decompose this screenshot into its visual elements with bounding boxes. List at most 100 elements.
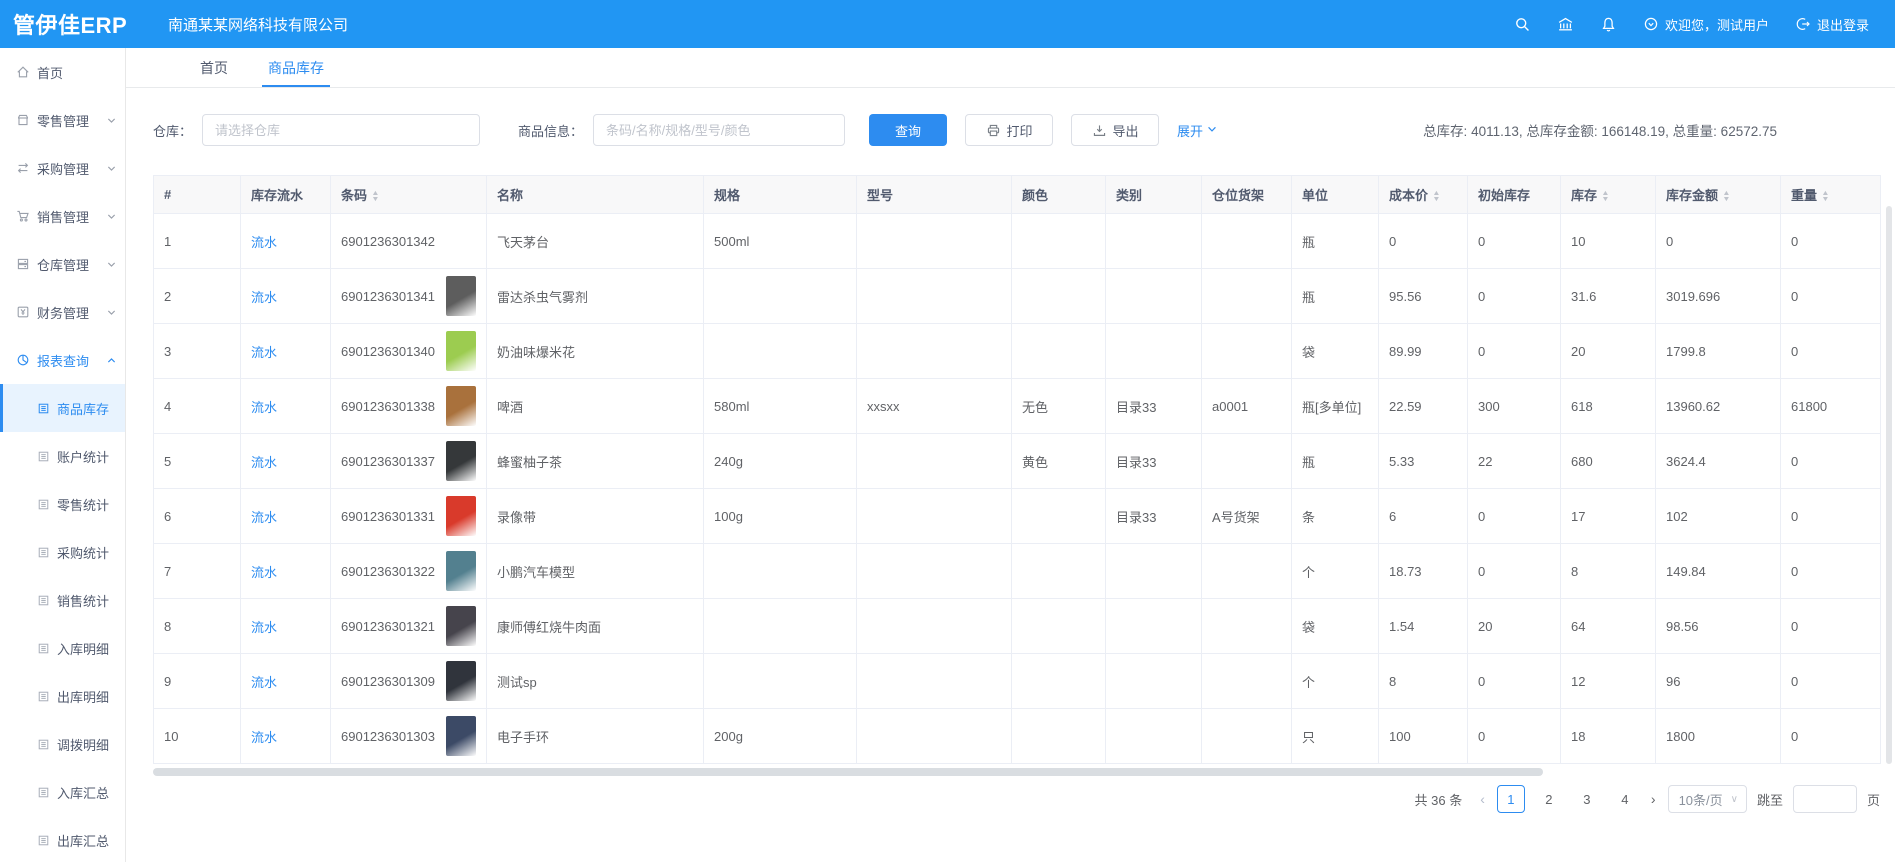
sidebar-subitem[interactable]: 采购统计 xyxy=(0,528,125,576)
table-row: 4流水6901236301338啤酒580mlxxsxx无色目录33a0001瓶… xyxy=(154,379,1881,434)
stock-flow-link[interactable]: 流水 xyxy=(251,675,277,690)
column-header[interactable]: 库存金额▲▼ xyxy=(1656,176,1781,214)
sidebar-subitem[interactable]: 入库明细 xyxy=(0,624,125,672)
sidebar-item-report[interactable]: 报表查询 xyxy=(0,336,125,384)
bank-icon[interactable] xyxy=(1557,16,1574,33)
cell-link: 流水 xyxy=(241,214,331,269)
cell-spec: 100g xyxy=(704,489,857,544)
product-thumbnail[interactable] xyxy=(446,661,476,701)
sidebar-subitem[interactable]: 调拨明细 xyxy=(0,720,125,768)
column-header-label: 规格 xyxy=(714,188,740,203)
page-size-select[interactable]: 10条/页∨ xyxy=(1668,785,1747,813)
expand-link[interactable]: 展开 xyxy=(1177,121,1218,140)
cell-barcode: 6901236301338 xyxy=(331,379,487,434)
column-header[interactable]: 库存▲▼ xyxy=(1561,176,1656,214)
stock-flow-link[interactable]: 流水 xyxy=(251,730,277,745)
sort-caret-icon[interactable]: ▲▼ xyxy=(1723,191,1730,203)
cell-barcode: 6901236301309 xyxy=(331,654,487,709)
product-thumbnail[interactable] xyxy=(446,276,476,316)
sidebar-subitem[interactable]: 入库汇总 xyxy=(0,768,125,816)
page-number-1[interactable]: 1 xyxy=(1497,785,1525,813)
sidebar-item-finance[interactable]: 财务管理 xyxy=(0,288,125,336)
cell-spec xyxy=(704,269,857,324)
horizontal-scrollbar[interactable] xyxy=(153,768,1543,776)
product-thumbnail[interactable] xyxy=(446,331,476,371)
sidebar-item-home[interactable]: 首页 xyxy=(0,48,125,96)
cell-link: 流水 xyxy=(241,654,331,709)
sidebar-subitem[interactable]: 销售统计 xyxy=(0,576,125,624)
table-row: 3流水6901236301340奶油味爆米花袋89.990201799.80 xyxy=(154,324,1881,379)
stock-flow-link[interactable]: 流水 xyxy=(251,565,277,580)
warehouse-select[interactable] xyxy=(202,114,480,146)
sidebar-subitem[interactable]: 商品库存 xyxy=(0,384,125,432)
cell-category: 目录33 xyxy=(1106,489,1202,544)
sidebar-item-purchase[interactable]: 采购管理 xyxy=(0,144,125,192)
purchase-icon xyxy=(16,161,30,175)
print-button[interactable]: 打印 xyxy=(965,114,1053,146)
bell-icon[interactable] xyxy=(1600,16,1617,33)
sidebar-subitem[interactable]: 出库明细 xyxy=(0,672,125,720)
vertical-scrollbar[interactable] xyxy=(1886,206,1892,764)
product-thumbnail[interactable] xyxy=(446,496,476,536)
product-thumbnail[interactable] xyxy=(446,716,476,756)
product-thumbnail[interactable] xyxy=(446,441,476,481)
stock-flow-link[interactable]: 流水 xyxy=(251,345,277,360)
report-icon xyxy=(16,353,30,367)
table-row: 6流水6901236301331录像带100g目录33A号货架条60171020 xyxy=(154,489,1881,544)
product-thumbnail[interactable] xyxy=(446,386,476,426)
stock-flow-link[interactable]: 流水 xyxy=(251,620,277,635)
tab[interactable]: 首页 xyxy=(184,48,244,87)
stock-flow-link[interactable]: 流水 xyxy=(251,235,277,250)
cell-shelf xyxy=(1202,599,1292,654)
sidebar-item-warehouse[interactable]: 仓库管理 xyxy=(0,240,125,288)
product-thumbnail[interactable] xyxy=(446,606,476,646)
sidebar-item-sales[interactable]: 销售管理 xyxy=(0,192,125,240)
document-icon xyxy=(37,690,50,703)
stock-flow-link[interactable]: 流水 xyxy=(251,400,277,415)
page-number-3[interactable]: 3 xyxy=(1573,785,1601,813)
column-header[interactable]: 成本价▲▼ xyxy=(1379,176,1468,214)
jump-page-input[interactable] xyxy=(1793,785,1857,813)
cell-index: 10 xyxy=(154,709,241,764)
cell-cost: 100 xyxy=(1379,709,1468,764)
product-thumbnail[interactable] xyxy=(446,551,476,591)
cell-shelf xyxy=(1202,324,1292,379)
user-menu[interactable]: 欢迎您，测试用户 xyxy=(1643,15,1769,34)
cell-stock: 12 xyxy=(1561,654,1656,709)
sidebar-subitem-label: 销售统计 xyxy=(57,591,109,610)
search-button[interactable]: 查询 xyxy=(869,114,947,146)
tab[interactable]: 商品库存 xyxy=(252,48,340,87)
cell-unit: 瓶 xyxy=(1292,269,1379,324)
cell-name: 啤酒 xyxy=(487,379,704,434)
sort-caret-icon[interactable]: ▲▼ xyxy=(1602,191,1609,203)
logout-button[interactable]: 退出登录 xyxy=(1795,15,1869,34)
stock-flow-link[interactable]: 流水 xyxy=(251,290,277,305)
sort-caret-icon[interactable]: ▲▼ xyxy=(1822,191,1829,203)
search-icon[interactable] xyxy=(1514,16,1531,33)
export-button[interactable]: 导出 xyxy=(1071,114,1159,146)
sort-caret-icon[interactable]: ▲▼ xyxy=(1433,191,1440,203)
stock-flow-link[interactable]: 流水 xyxy=(251,510,277,525)
prev-page-button[interactable]: ‹ xyxy=(1478,791,1487,807)
next-page-button[interactable]: › xyxy=(1649,791,1658,807)
cell-link: 流水 xyxy=(241,379,331,434)
barcode-value: 6901236301337 xyxy=(341,454,435,469)
product-info-input[interactable] xyxy=(593,114,845,146)
sidebar-subitem[interactable]: 出库汇总 xyxy=(0,816,125,862)
column-header[interactable]: 条码▲▼ xyxy=(331,176,487,214)
column-header[interactable]: 重量▲▼ xyxy=(1781,176,1881,214)
cell-category xyxy=(1106,544,1202,599)
cell-amount: 102 xyxy=(1656,489,1781,544)
cell-stock: 31.6 xyxy=(1561,269,1656,324)
stock-flow-link[interactable]: 流水 xyxy=(251,455,277,470)
page-number-2[interactable]: 2 xyxy=(1535,785,1563,813)
cell-initial: 0 xyxy=(1468,709,1561,764)
sort-caret-icon[interactable]: ▲▼ xyxy=(372,191,379,203)
sidebar-item-retail[interactable]: 零售管理 xyxy=(0,96,125,144)
inventory-table-wrap: #库存流水条码▲▼名称规格型号颜色类别仓位货架单位成本价▲▼初始库存库存▲▼库存… xyxy=(153,175,1880,764)
page-number-4[interactable]: 4 xyxy=(1611,785,1639,813)
column-header-label: 库存流水 xyxy=(251,188,303,203)
sidebar-subitem[interactable]: 账户统计 xyxy=(0,432,125,480)
sidebar-subitem[interactable]: 零售统计 xyxy=(0,480,125,528)
warehouse-label: 仓库： xyxy=(153,121,192,140)
